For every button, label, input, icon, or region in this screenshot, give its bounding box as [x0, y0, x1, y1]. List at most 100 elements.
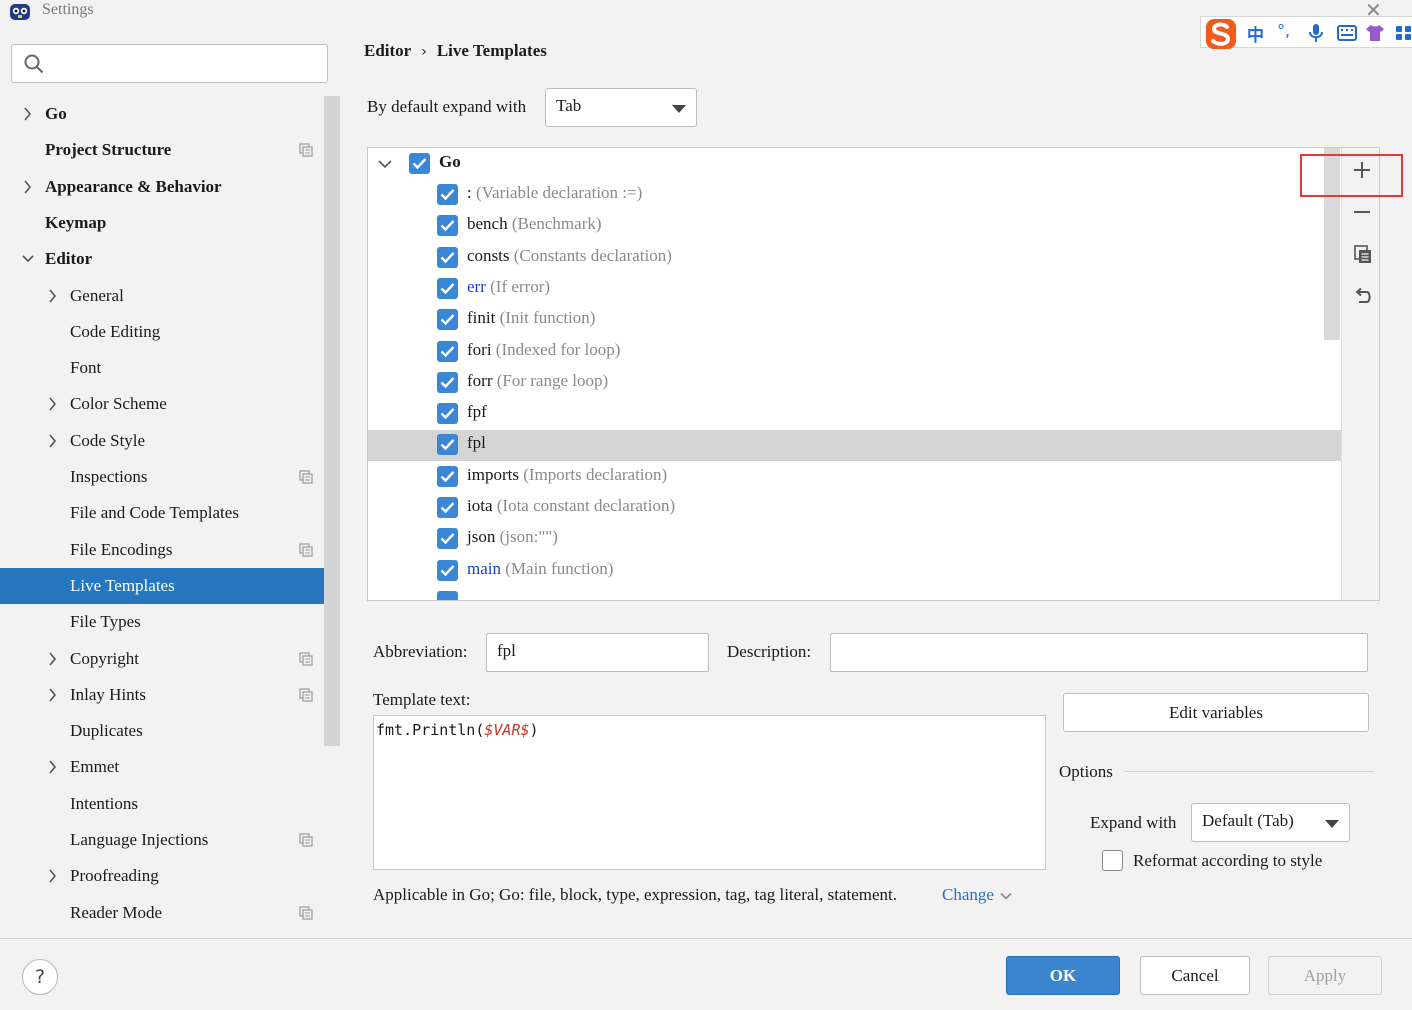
sidebar-item-general[interactable]: General: [0, 278, 324, 314]
sidebar-item-font[interactable]: Font: [0, 350, 324, 386]
templates-tree[interactable]: Go : (Variable declaration :=) bench (Ben…: [367, 147, 1380, 601]
breadcrumb-parent[interactable]: Editor: [364, 41, 411, 60]
expand-with-dropdown[interactable]: Default (Tab): [1191, 803, 1350, 842]
template-label: fpl: [467, 433, 486, 452]
template-row[interactable]: finit (Init function): [368, 305, 1341, 336]
sidebar-item-color-scheme[interactable]: Color Scheme: [0, 386, 324, 422]
template-checkbox[interactable]: [437, 560, 458, 581]
default-expand-dropdown[interactable]: Tab: [545, 88, 697, 127]
template-row[interactable]: consts (Constants declaration): [368, 243, 1341, 274]
reformat-checkbox[interactable]: [1102, 850, 1123, 871]
ime-toolbar[interactable]: 中 °,: [1200, 16, 1412, 51]
sidebar-item-appearance-behavior[interactable]: Appearance & Behavior: [0, 169, 324, 205]
sidebar-item-file-and-code-templates[interactable]: File and Code Templates: [0, 495, 324, 531]
sogou-ime-logo-icon[interactable]: [1203, 17, 1239, 51]
template-row[interactable]: fpl: [368, 430, 1341, 461]
chevron-down-icon[interactable]: [22, 252, 34, 266]
template-checkbox[interactable]: [437, 278, 458, 299]
chevron-right-icon[interactable]: [47, 434, 59, 448]
keyboard-icon[interactable]: [1337, 25, 1357, 41]
chevron-down-icon[interactable]: [378, 159, 392, 169]
template-row[interactable]: imports (Imports declaration): [368, 462, 1341, 493]
template-row-partial[interactable]: [368, 587, 1341, 600]
abbreviation-label: Abbreviation:: [373, 642, 468, 661]
template-row[interactable]: json (json:""): [368, 524, 1341, 555]
template-checkbox[interactable]: [437, 497, 458, 518]
sidebar-item-project-structure[interactable]: Project Structure: [0, 132, 324, 168]
template-row[interactable]: forr (For range loop): [368, 368, 1341, 399]
chevron-right-icon[interactable]: [47, 688, 59, 702]
template-row[interactable]: err (If error): [368, 274, 1341, 305]
template-row[interactable]: iota (Iota constant declaration): [368, 493, 1341, 524]
remove-template-button[interactable]: [1342, 192, 1379, 232]
template-row[interactable]: : (Variable declaration :=): [368, 180, 1341, 211]
sidebar-item-emmet[interactable]: Emmet: [0, 749, 324, 785]
abbreviation-field[interactable]: fpl: [486, 633, 709, 672]
help-button[interactable]: ?: [22, 959, 58, 995]
chevron-right-icon[interactable]: [47, 397, 59, 411]
sidebar-item-editor[interactable]: Editor: [0, 241, 324, 277]
template-checkbox[interactable]: [437, 341, 458, 362]
sidebar-item-file-encodings[interactable]: File Encodings: [0, 532, 324, 568]
settings-search-box[interactable]: [11, 44, 328, 83]
toolbox-grid-icon[interactable]: [1395, 25, 1412, 41]
template-row[interactable]: fpf: [368, 399, 1341, 430]
sidebar-item-live-templates[interactable]: Live Templates: [0, 568, 340, 604]
template-checkbox[interactable]: [437, 528, 458, 549]
ime-punctuation-icon[interactable]: °,: [1277, 21, 1290, 40]
template-group-row[interactable]: Go: [368, 149, 1341, 180]
template-checkbox[interactable]: [437, 247, 458, 268]
sidebar-item-keymap[interactable]: Keymap: [0, 205, 324, 241]
sidebar-item-code-editing[interactable]: Code Editing: [0, 314, 324, 350]
chevron-right-icon[interactable]: [47, 760, 59, 774]
edit-variables-button[interactable]: Edit variables: [1063, 693, 1369, 732]
restore-defaults-button[interactable]: [1342, 276, 1379, 316]
chevron-right-icon[interactable]: [22, 180, 34, 194]
sidebar-item-copyright[interactable]: Copyright: [0, 641, 324, 677]
sidebar-item-file-types[interactable]: File Types: [0, 604, 324, 640]
applicable-contexts-text: Applicable in Go; Go: file, block, type,…: [373, 885, 898, 904]
sidebar-item-label: Emmet: [70, 757, 120, 776]
template-checkbox[interactable]: [437, 372, 458, 393]
sidebar-item-language-injections[interactable]: Language Injections: [0, 822, 324, 858]
chevron-right-icon[interactable]: [22, 107, 34, 121]
chevron-right-icon[interactable]: [47, 289, 59, 303]
chevron-right-icon[interactable]: [47, 652, 59, 666]
template-row[interactable]: bench (Benchmark): [368, 211, 1341, 242]
template-row[interactable]: main (Main function): [368, 556, 1341, 587]
reformat-label[interactable]: Reformat according to style: [1133, 851, 1322, 871]
template-checkbox[interactable]: [437, 309, 458, 330]
template-label: finit (Init function): [467, 308, 596, 327]
change-contexts-link[interactable]: Change: [942, 885, 1012, 905]
chevron-down-icon: [672, 105, 686, 113]
sidebar-item-duplicates[interactable]: Duplicates: [0, 713, 324, 749]
sidebar-item-code-style[interactable]: Code Style: [0, 423, 324, 459]
group-checkbox[interactable]: [409, 153, 430, 174]
project-level-icon: [299, 652, 313, 666]
template-checkbox[interactable]: [437, 215, 458, 236]
sidebar-item-go[interactable]: Go: [0, 96, 324, 132]
sidebar-item-intentions[interactable]: Intentions: [0, 786, 324, 822]
sidebar-item-proofreading[interactable]: Proofreading: [0, 858, 324, 894]
template-checkbox[interactable]: [437, 184, 458, 205]
ime-chinese-mode[interactable]: 中: [1247, 21, 1264, 46]
template-checkbox[interactable]: [437, 434, 458, 455]
skin-shirt-icon[interactable]: [1365, 23, 1385, 43]
copy-template-button[interactable]: [1342, 234, 1379, 274]
template-checkbox[interactable]: [437, 403, 458, 424]
sidebar-scrollbar[interactable]: [324, 96, 340, 746]
description-field[interactable]: [830, 633, 1368, 672]
sidebar-item-reader-mode[interactable]: Reader Mode: [0, 895, 324, 931]
settings-search-input[interactable]: [56, 49, 316, 78]
ok-button[interactable]: OK: [1006, 956, 1120, 995]
template-row[interactable]: fori (Indexed for loop): [368, 337, 1341, 368]
sidebar-item-inspections[interactable]: Inspections: [0, 459, 324, 495]
microphone-icon[interactable]: [1308, 23, 1324, 43]
apply-button[interactable]: Apply: [1268, 956, 1382, 995]
chevron-right-icon[interactable]: [47, 869, 59, 883]
template-text-editor[interactable]: fmt.Println($VAR$): [373, 715, 1046, 870]
sidebar-item-inlay-hints[interactable]: Inlay Hints: [0, 677, 324, 713]
cancel-button[interactable]: Cancel: [1140, 956, 1250, 995]
template-checkbox[interactable]: [437, 466, 458, 487]
template-checkbox[interactable]: [437, 591, 458, 600]
